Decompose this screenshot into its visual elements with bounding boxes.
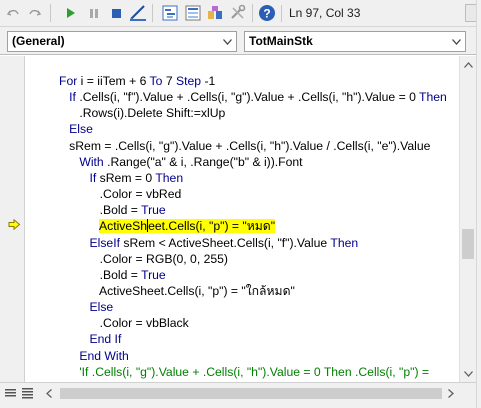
full-module-view-icon[interactable] xyxy=(21,386,35,400)
code-line[interactable]: ActiveSheet.Cells(i, "p") = "ใกล้หมด" xyxy=(59,283,295,299)
code-line[interactable]: End With xyxy=(59,348,129,364)
code-keyword: End If xyxy=(89,332,122,347)
object-dropdown[interactable]: (General) xyxy=(7,31,237,52)
code-text: 7 xyxy=(165,74,176,88)
code-keyword: Then xyxy=(419,90,447,105)
code-text: ActiveSheet.Cells(i, "p") = "ใกล้หมด" xyxy=(59,283,295,298)
code-editor[interactable]: For i = iiTem + 6 To 7 Step -1 If .Cells… xyxy=(0,56,481,382)
code-keyword: True xyxy=(141,267,166,282)
code-keyword: Else xyxy=(69,122,93,137)
vertical-scrollbar[interactable] xyxy=(459,56,476,382)
code-keyword: Step xyxy=(175,74,205,88)
code-keyword: If xyxy=(69,90,80,105)
code-window-header: (General) TotMainStk xyxy=(0,27,481,55)
code-text: .Color = vbBlack xyxy=(59,316,189,331)
cursor-position-status: Ln 97, Col 33 xyxy=(281,5,463,22)
code-keyword: Else xyxy=(89,300,114,315)
code-line[interactable]: ElseIf sRem < ActiveSheet.Cells(i, "f").… xyxy=(59,235,358,251)
code-line[interactable]: sRem = .Cells(i, "g").Value + .Cells(i, … xyxy=(59,138,430,154)
code-keyword: To xyxy=(149,74,166,88)
standard-toolbar: ? Ln 97, Col 33 xyxy=(0,0,481,27)
code-keyword: With xyxy=(79,154,108,169)
code-text: .Cells(i, "f").Value + .Cells(i, "g").Va… xyxy=(79,90,420,105)
scroll-left-icon[interactable] xyxy=(40,385,57,402)
procedure-view-icon[interactable] xyxy=(4,386,18,400)
code-text: .Range("a" & i, .Range("b" & i)).Font xyxy=(107,154,303,169)
code-line[interactable]: 'If .Cells(i, "g").Value + .Cells(i, "h"… xyxy=(59,364,432,380)
scroll-down-icon[interactable] xyxy=(460,365,477,382)
code-text: .Color = RGB(0, 0, 255) xyxy=(59,251,228,266)
code-text-area[interactable]: For i = iiTem + 6 To 7 Step -1 If .Cells… xyxy=(25,56,459,382)
code-text: .Rows(i).Delete Shift:=xlUp xyxy=(59,106,226,121)
code-line[interactable]: ActiveSheet.Cells(i, "p") = "หมด" xyxy=(59,218,276,234)
horizontal-scrollbar[interactable] xyxy=(40,385,459,402)
margin-indicator-bar[interactable] xyxy=(0,56,25,382)
design-mode-icon[interactable] xyxy=(128,3,148,23)
properties-icon[interactable] xyxy=(183,3,203,23)
current-line-arrow-icon xyxy=(8,219,21,230)
scroll-up-icon[interactable] xyxy=(460,56,477,73)
vertical-scroll-thumb[interactable] xyxy=(462,229,474,259)
redo-icon[interactable] xyxy=(25,3,45,23)
toolbox-icon[interactable] xyxy=(228,3,248,23)
object-dropdown-value: (General) xyxy=(12,34,65,48)
code-text: sRem = .Cells(i, "g").Value + .Cells(i, … xyxy=(59,138,431,153)
chevron-down-icon[interactable] xyxy=(219,32,236,51)
code-line[interactable]: .Color = vbBlack xyxy=(59,315,189,331)
code-line[interactable]: If sRem = 0 Then xyxy=(59,170,183,186)
procedure-dropdown-value: TotMainStk xyxy=(249,34,313,48)
code-line[interactable]: .Bold = True xyxy=(59,202,166,218)
code-keyword: True xyxy=(141,203,166,218)
code-keyword: Then xyxy=(155,170,184,185)
chevron-down-icon[interactable] xyxy=(448,32,465,51)
code-line[interactable]: .Color = vbRed xyxy=(59,186,182,202)
code-keyword: End With xyxy=(79,348,129,363)
code-highlight: eet.Cells(i, "p") = "หมด" xyxy=(148,219,276,234)
undo-icon[interactable] xyxy=(3,3,23,23)
scroll-right-icon[interactable] xyxy=(442,385,459,402)
code-keyword: ElseIf xyxy=(89,235,124,250)
code-line[interactable]: .Rows(i).Delete Shift:=xlUp xyxy=(59,105,225,121)
svg-text:?: ? xyxy=(263,7,270,21)
code-line[interactable]: For i = iiTem + 6 To 7 Step -1 xyxy=(59,73,215,89)
horizontal-scroll-thumb[interactable] xyxy=(60,388,442,399)
procedure-dropdown[interactable]: TotMainStk xyxy=(244,31,466,52)
code-highlight: ActiveSh xyxy=(98,219,148,234)
run-icon[interactable] xyxy=(60,3,80,23)
project-explorer-icon[interactable] xyxy=(160,3,180,23)
code-text: sRem = 0 xyxy=(99,170,156,185)
code-text: .Bold = xyxy=(59,203,142,218)
code-text: -1 xyxy=(204,74,216,88)
help-icon[interactable]: ? xyxy=(257,3,277,23)
code-line[interactable]: .Bold = True xyxy=(59,267,166,283)
code-comment: 'If .Cells(i, "g").Value + .Cells(i, "h"… xyxy=(59,364,433,379)
code-text: .Color = vbRed xyxy=(59,187,182,202)
reset-icon[interactable] xyxy=(106,3,126,23)
code-keyword: Then xyxy=(330,235,359,250)
code-line[interactable]: End If xyxy=(59,331,121,347)
code-window-footer xyxy=(0,382,481,408)
code-line[interactable]: Else xyxy=(59,299,113,315)
code-line[interactable]: .Color = RGB(0, 0, 255) xyxy=(59,251,228,267)
code-line[interactable]: If .Cells(i, "f").Value + .Cells(i, "g")… xyxy=(59,89,447,105)
window-right-edge xyxy=(476,0,481,408)
code-keyword: For xyxy=(59,74,81,88)
object-browser-icon[interactable] xyxy=(205,3,225,23)
code-line[interactable]: With .Range("a" & i, .Range("b" & i)).Fo… xyxy=(59,154,303,170)
code-text: sRem < ActiveSheet.Cells(i, "f").Value xyxy=(123,235,331,250)
break-icon[interactable] xyxy=(84,3,104,23)
code-keyword: If xyxy=(89,170,100,185)
code-text: i = iiTem + 6 xyxy=(80,74,150,88)
code-text: .Bold = xyxy=(59,267,142,282)
code-line[interactable]: Else xyxy=(59,121,93,137)
